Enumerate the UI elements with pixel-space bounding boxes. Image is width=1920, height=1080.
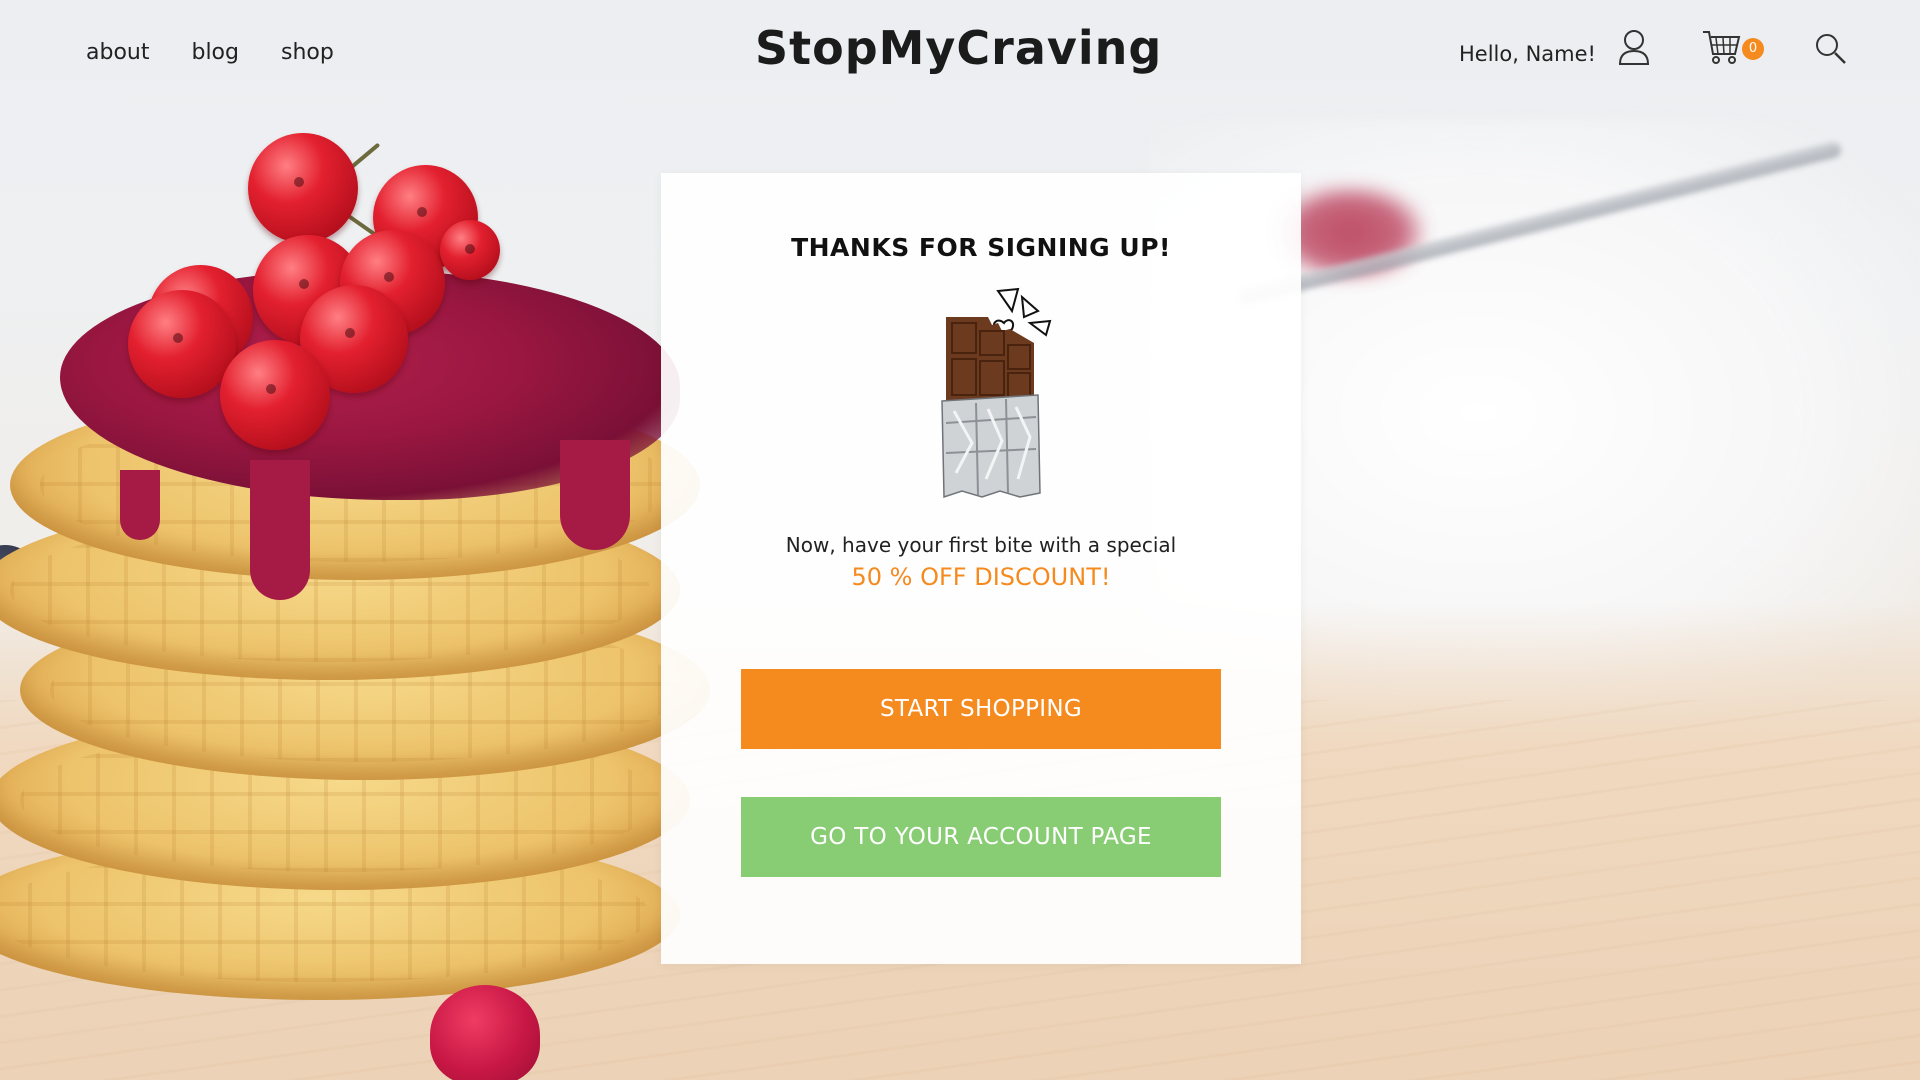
background-jam-drip	[250, 460, 310, 600]
card-title: THANKS FOR SIGNING UP!	[791, 233, 1171, 262]
cart-icon	[1703, 31, 1741, 64]
nav-link-blog[interactable]: blog	[191, 40, 239, 65]
search-icon[interactable]	[1814, 32, 1848, 66]
user-icon-glyph	[1618, 30, 1650, 65]
discount-text: 50 % OFF DISCOUNT!	[851, 563, 1111, 591]
search-icon-glyph	[1816, 34, 1846, 64]
logo-wordmark: StopMyCraving	[755, 21, 1162, 75]
account-area: Hello, Name! 0	[1360, 0, 1920, 105]
start-shopping-button[interactable]: START SHOPPING	[741, 669, 1221, 749]
user-greeting: Hello, Name!	[1459, 42, 1596, 66]
logo-text: StopMyCraving	[755, 21, 1162, 74]
background-berry	[248, 133, 358, 243]
cart-button[interactable]: 0	[1702, 28, 1772, 68]
background-fallen-berry	[430, 985, 540, 1080]
background-jam-drip	[560, 440, 630, 550]
top-navigation: about blog shop StopMyCraving Hello, Nam…	[0, 0, 1920, 105]
cart-count-badge: 0	[1742, 38, 1764, 60]
main-menu: about blog shop	[86, 40, 334, 65]
nav-link-shop[interactable]: shop	[281, 40, 334, 65]
user-icon[interactable]	[1617, 29, 1651, 67]
page: about blog shop StopMyCraving Hello, Nam…	[0, 0, 1920, 1080]
card-message: Now, have your first bite with a special	[785, 533, 1177, 557]
site-logo[interactable]: StopMyCraving	[755, 18, 1205, 86]
background-berry	[128, 290, 236, 398]
background-jam-drip	[120, 470, 160, 540]
background-berry	[220, 340, 330, 450]
nav-link-about[interactable]: about	[86, 40, 149, 65]
signup-confirmation-card: THANKS FOR SIGNING UP! Now, have your fi…	[661, 173, 1301, 964]
account-page-button[interactable]: GO TO YOUR ACCOUNT PAGE	[741, 797, 1221, 877]
chocolate-bar-illustration	[941, 287, 1052, 499]
background-berry	[440, 220, 500, 280]
chocolate-bar-icon	[926, 283, 1066, 513]
